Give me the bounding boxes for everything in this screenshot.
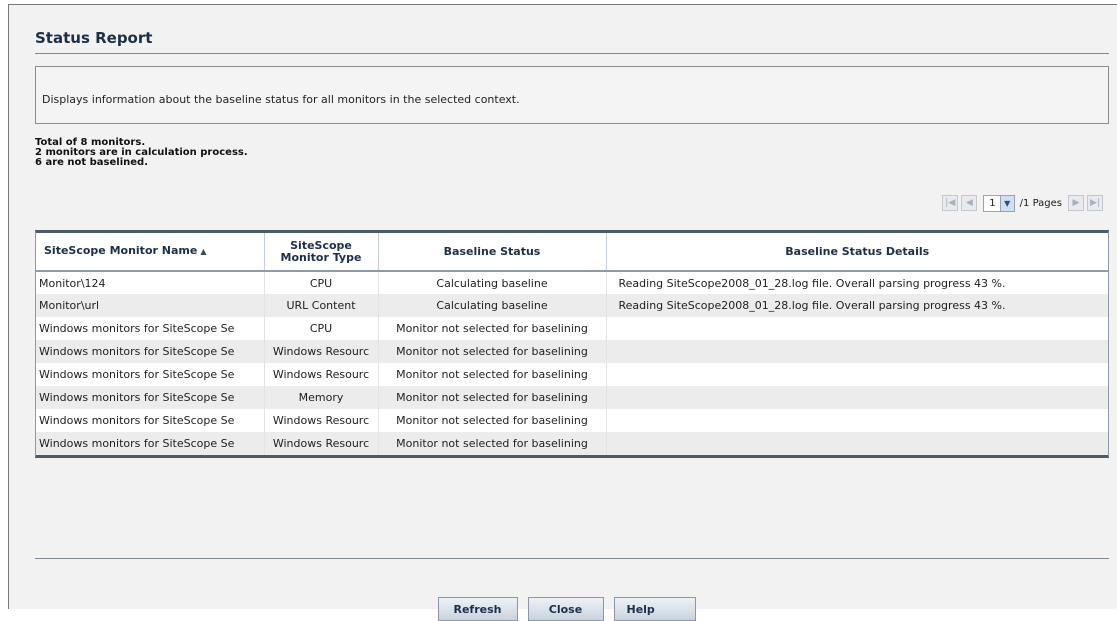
cell-monitor-name: Windows monitors for SiteScope Se <box>36 317 265 340</box>
prev-page-button[interactable]: ◀ <box>961 195 978 211</box>
cell-monitor-name: Monitor\url <box>36 294 265 317</box>
table-row[interactable]: Windows monitors for SiteScope Se Window… <box>36 363 1108 386</box>
help-button[interactable]: Help <box>613 597 696 621</box>
column-header-monitor-name[interactable]: SiteScope Monitor Name ▲ <box>36 233 265 272</box>
table-row[interactable]: Monitor\124 CPU Calculating baseline Rea… <box>36 271 1108 294</box>
next-page-icon: ▶ <box>1072 197 1080 208</box>
table-row[interactable]: Windows monitors for SiteScope Se CPU Mo… <box>36 317 1108 340</box>
column-header-baseline-status[interactable]: Baseline Status <box>378 233 607 272</box>
button-bar: Refresh Close Help <box>9 597 1117 621</box>
cell-baseline-details <box>606 409 1108 432</box>
cell-monitor-name: Windows monitors for SiteScope Se <box>36 432 265 455</box>
cell-monitor-type: CPU <box>264 317 379 340</box>
summary-not-baselined: 6 are not baselined. <box>35 157 148 168</box>
cell-baseline-details: Reading SiteScope2008_01_28.log file. Ov… <box>606 294 1108 317</box>
next-page-button[interactable]: ▶ <box>1068 195 1084 211</box>
cell-monitor-type: Windows Resourc <box>264 340 379 363</box>
cell-baseline-status: Monitor not selected for baselining <box>378 363 607 386</box>
cell-baseline-status: Monitor not selected for baselining <box>378 432 607 455</box>
cell-baseline-details <box>606 363 1108 386</box>
cell-baseline-details <box>606 340 1108 363</box>
cell-monitor-type: Windows Resourc <box>264 432 379 455</box>
pages-label: /1 Pages <box>1019 197 1062 209</box>
cell-baseline-details <box>606 432 1108 455</box>
cell-baseline-status: Calculating baseline <box>378 271 607 294</box>
column-header-baseline-status-details[interactable]: Baseline Status Details <box>606 233 1108 272</box>
cell-baseline-status: Calculating baseline <box>378 294 607 317</box>
cell-baseline-details <box>606 386 1108 409</box>
cell-baseline-status: Monitor not selected for baselining <box>378 409 607 432</box>
first-page-button[interactable]: |◀ <box>942 195 959 211</box>
cell-monitor-type: Windows Resourc <box>264 363 379 386</box>
page-title: Status Report <box>35 29 153 47</box>
last-page-icon: ▶| <box>1090 197 1100 208</box>
table-row[interactable]: Windows monitors for SiteScope Se Window… <box>36 409 1108 432</box>
page-select[interactable]: 1 ▼ <box>983 194 1015 212</box>
title-divider <box>35 53 1109 54</box>
page-select-value: 1 <box>989 197 996 209</box>
cell-baseline-status: Monitor not selected for baselining <box>378 386 607 409</box>
table-row[interactable]: Windows monitors for SiteScope Se Window… <box>36 432 1108 455</box>
cell-monitor-name: Windows monitors for SiteScope Se <box>36 340 265 363</box>
cell-monitor-type: CPU <box>264 271 379 294</box>
first-page-icon: |◀ <box>945 197 956 208</box>
cell-monitor-type: URL Content <box>264 294 379 317</box>
prev-page-icon: ◀ <box>965 197 973 208</box>
column-header-monitor-type[interactable]: SiteScope Monitor Type <box>264 233 379 272</box>
status-report-window: Status Report Displays information about… <box>8 4 1117 621</box>
table-row[interactable]: Windows monitors for SiteScope Se Window… <box>36 340 1108 363</box>
cell-monitor-name: Windows monitors for SiteScope Se <box>36 409 265 432</box>
cell-baseline-details: Reading SiteScope2008_01_28.log file. Ov… <box>606 271 1108 294</box>
cell-monitor-name: Windows monitors for SiteScope Se <box>36 363 265 386</box>
footer-divider <box>35 558 1109 559</box>
table-header-row: SiteScope Monitor Name ▲ SiteScope Monito… <box>36 233 1108 272</box>
cell-baseline-status: Monitor not selected for baselining <box>378 340 607 363</box>
last-page-button[interactable]: ▶| <box>1087 195 1103 211</box>
cell-monitor-type: Memory <box>264 386 379 409</box>
pagination: |◀ ◀ 1 ▼ /1 Pages ▶ ▶| <box>942 194 1103 212</box>
cell-monitor-name: Monitor\124 <box>36 271 265 294</box>
baseline-status-table: SiteScope Monitor Name ▲ SiteScope Monito… <box>35 230 1109 458</box>
cell-monitor-type: Windows Resourc <box>264 409 379 432</box>
table-row[interactable]: Windows monitors for SiteScope Se Memory… <box>36 386 1108 409</box>
close-button[interactable]: Close <box>527 597 604 621</box>
sort-ascending-icon: ▲ <box>200 247 207 256</box>
cell-baseline-details <box>606 317 1108 340</box>
chevron-down-icon[interactable]: ▼ <box>999 195 1014 211</box>
cell-baseline-status: Monitor not selected for baselining <box>378 317 607 340</box>
description-text: Displays information about the baseline … <box>42 93 520 106</box>
summary: Total of 8 monitors. 2 monitors are in c… <box>35 138 248 168</box>
cell-monitor-name: Windows monitors for SiteScope Se <box>36 386 265 409</box>
table-row[interactable]: Monitor\url URL Content Calculating base… <box>36 294 1108 317</box>
description-box: Displays information about the baseline … <box>35 66 1109 124</box>
refresh-button[interactable]: Refresh <box>437 597 518 621</box>
